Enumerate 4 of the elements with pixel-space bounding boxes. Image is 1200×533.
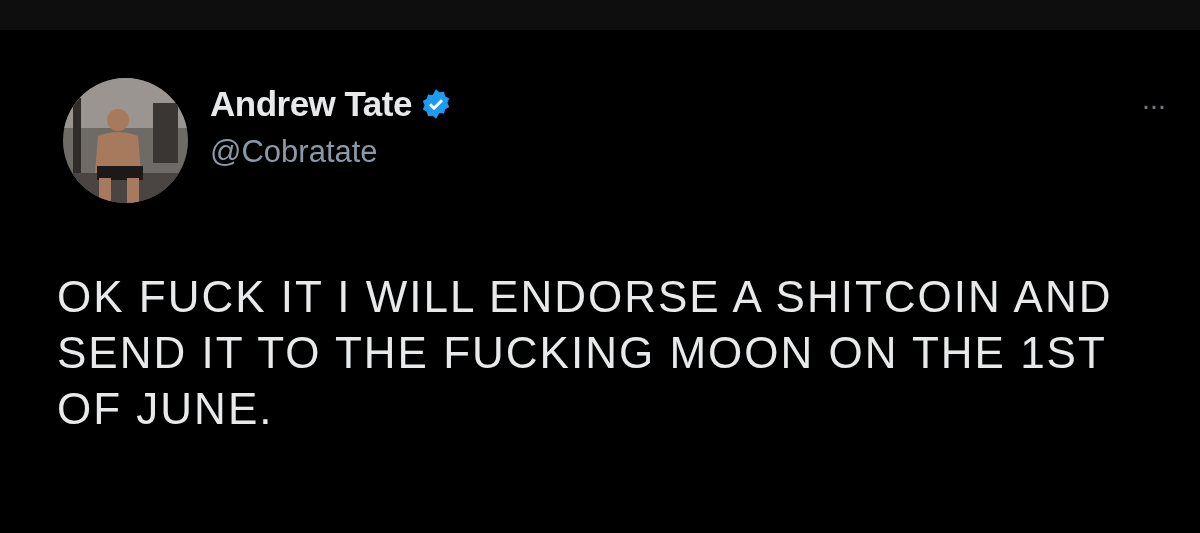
author-name[interactable]: Andrew Tate bbox=[210, 84, 412, 124]
author-handle[interactable]: @Cobratate bbox=[210, 134, 1141, 170]
more-button[interactable]: ··· bbox=[1141, 88, 1165, 122]
tweet-text: OK FUCK IT I WILL ENDORSE A SHITCOIN AND SEND IT TO THE FUCKING MOON ON THE 1ST OF JUNE. bbox=[57, 271, 1114, 435]
